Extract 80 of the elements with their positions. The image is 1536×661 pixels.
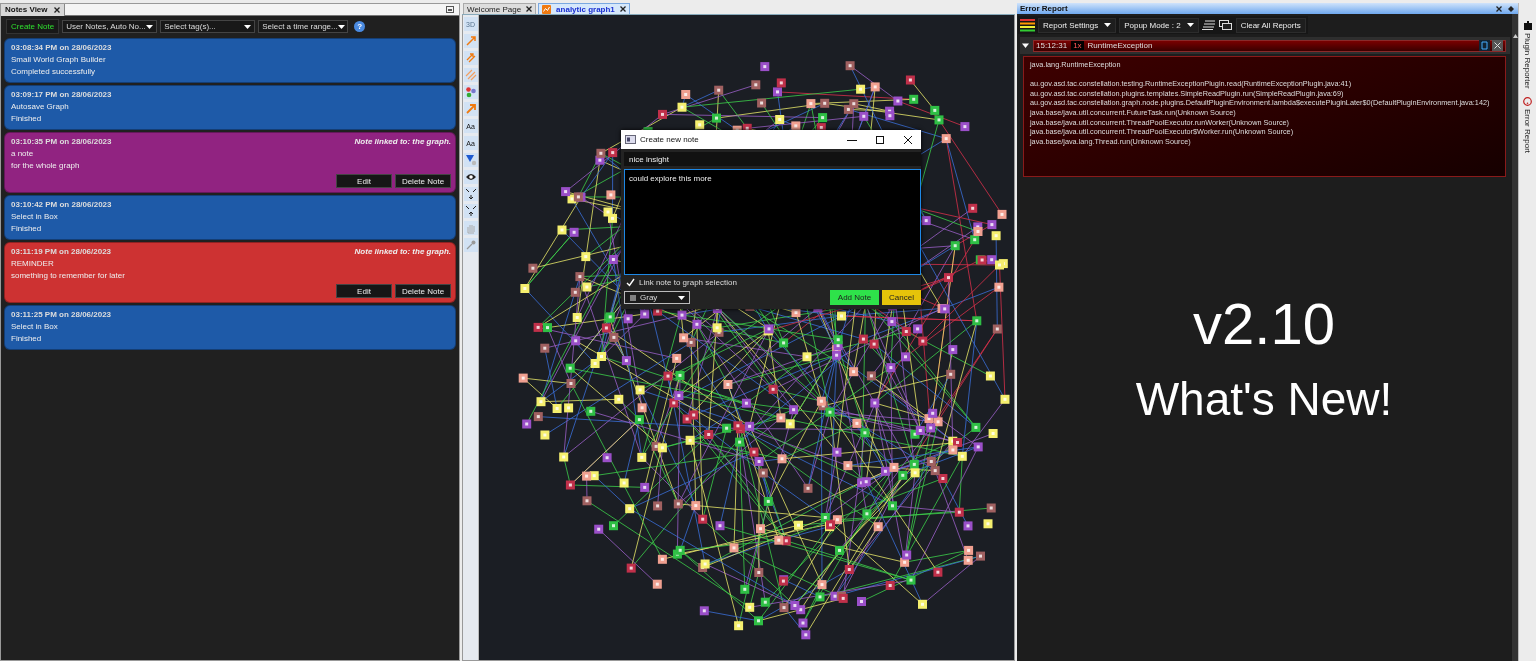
caret-icon (146, 24, 154, 29)
cancel-button[interactable]: Cancel (882, 290, 921, 305)
window-icon (625, 135, 636, 144)
note-timestamp: 03:08:34 PM on 28/06/2023 (11, 42, 112, 54)
expand-caret-icon[interactable] (1022, 42, 1029, 49)
close-icon[interactable] (903, 134, 913, 145)
color-dropdown[interactable]: Gray (624, 291, 690, 304)
note-title: Select in Box (11, 321, 59, 333)
report-name: RuntimeException (1087, 41, 1154, 50)
create-note-button[interactable]: Create Note (6, 19, 60, 34)
clear-reports-button[interactable]: Clear All Reports (1235, 17, 1306, 33)
checkbox-label: Link note to graph selection (639, 278, 737, 287)
note-title: a note (11, 148, 35, 160)
eye-icon[interactable] (464, 171, 477, 183)
caret-icon (244, 24, 252, 29)
checkbox[interactable] (626, 278, 635, 287)
windows-icon[interactable] (1218, 19, 1233, 31)
expand-icon[interactable] (464, 188, 477, 200)
delete-button[interactable]: Delete Note (395, 174, 451, 188)
caret-icon (1104, 23, 1112, 27)
panel-title-bar: Error Report (1017, 3, 1518, 14)
note-timestamp: 03:11:19 PM on 28/06/2023 (11, 246, 112, 258)
close-icon[interactable] (1496, 5, 1502, 12)
scrollbar[interactable] (1512, 14, 1518, 661)
minimize-icon[interactable] (446, 6, 454, 13)
color-bars-icon (1020, 18, 1035, 32)
note-text: Finished (11, 223, 43, 235)
note-text: something to remember for later (11, 270, 126, 282)
report-count: 1x (1071, 41, 1084, 50)
note-title: Autosave Graph (11, 101, 70, 113)
help-button[interactable]: ? (354, 21, 366, 32)
content-field[interactable]: could explore this more (624, 169, 921, 275)
note-text: Finished (11, 113, 43, 125)
note-title: Small World Graph Builder (11, 54, 107, 66)
note-timestamp: 03:10:35 PM on 28/06/2023 (11, 136, 112, 148)
document-tab[interactable]: Welcome Page (463, 3, 537, 14)
side-tab[interactable]: Plugin Reporter (1523, 21, 1532, 89)
filter-dropdown[interactable]: Select a time range... (258, 20, 349, 33)
toolbar-dropdown[interactable]: Report Settings (1038, 17, 1117, 33)
note-link-label: Note linked to: the graph. (354, 246, 451, 258)
edit-button[interactable]: Edit (336, 284, 392, 298)
title-field[interactable]: nice insight (624, 152, 921, 166)
note-timestamp: 03:10:42 PM on 28/06/2023 (11, 199, 112, 211)
headline-text: What's New! (1135, 372, 1393, 427)
document-tab[interactable]: analytic graph1 (538, 3, 630, 14)
note-link-label: Note linked to: the graph. (354, 136, 451, 148)
dialog-title: Create new note (640, 135, 700, 144)
close-icon[interactable] (526, 6, 533, 12)
note-text: for the whole graph (11, 160, 81, 172)
report-time: 15:12:31 (1036, 41, 1068, 50)
note-text: Completed successfully (11, 66, 97, 78)
note-timestamp: 03:09:17 PM on 28/06/2023 (11, 89, 112, 101)
maximize-icon[interactable] (875, 134, 885, 145)
add-note-button[interactable]: Add Note (830, 290, 879, 305)
collapse-icon[interactable] (464, 205, 477, 217)
caret-icon (337, 24, 345, 29)
version-text: v2.10 (1193, 290, 1335, 358)
note-title: REMINDER (11, 258, 55, 270)
edit-button[interactable]: Edit (336, 174, 392, 188)
copy-icon[interactable] (1479, 40, 1490, 51)
note-title: Select in Box (11, 211, 59, 223)
note-text: Finished (11, 333, 43, 345)
pin-icon[interactable] (1508, 5, 1514, 12)
chart-icon (542, 4, 552, 14)
close-icon[interactable] (619, 6, 626, 12)
toolbar-dropdown[interactable]: Popup Mode : 2 (1119, 17, 1199, 33)
plugin-icon (1523, 21, 1532, 30)
side-tab[interactable]: Error Report (1523, 96, 1532, 153)
scroll-up-arrow-icon[interactable] (1512, 34, 1518, 38)
caret-icon (678, 295, 685, 300)
filter-icon[interactable] (464, 154, 477, 166)
filter-dropdown[interactable]: Select tag(s)... (160, 20, 256, 33)
dots-icon[interactable] (464, 86, 477, 98)
delete-button[interactable]: Delete Note (395, 284, 451, 298)
caret-icon (1186, 23, 1194, 27)
panel-tab[interactable]: Notes View (1, 3, 65, 16)
lines-icon[interactable] (1201, 19, 1216, 30)
note-timestamp: 03:11:25 PM on 28/06/2023 (11, 309, 112, 321)
filter-dropdown[interactable]: User Notes, Auto No... (62, 20, 158, 33)
close-icon[interactable] (53, 6, 60, 13)
